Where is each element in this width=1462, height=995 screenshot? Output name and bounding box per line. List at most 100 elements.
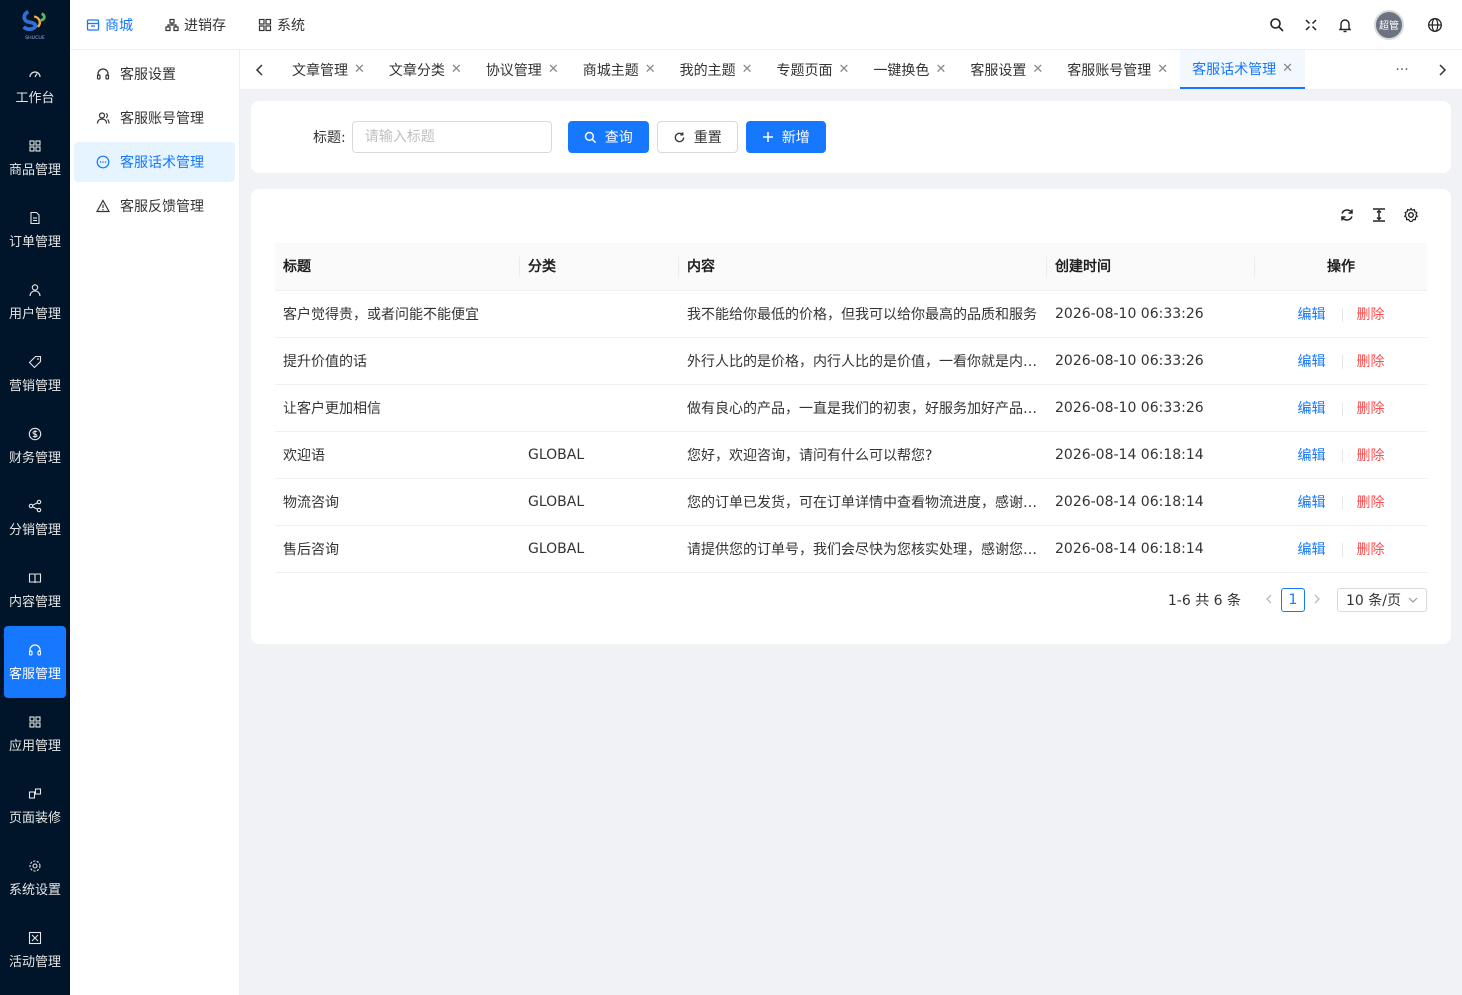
cell-content: 做有良心的产品，一直是我们的初衷，好服务加好产品才是王道 bbox=[679, 384, 1047, 432]
cell-title: 客户觉得贵，或者问能不能便宜 bbox=[275, 290, 520, 338]
page-number[interactable]: 1 bbox=[1281, 588, 1305, 612]
delete-button[interactable]: 删除 bbox=[1357, 307, 1385, 323]
cell-category bbox=[520, 290, 679, 338]
activity-icon bbox=[28, 931, 42, 945]
rail-item[interactable]: 用户管理 bbox=[0, 266, 70, 338]
delete-button[interactable]: 删除 bbox=[1357, 448, 1385, 464]
tab[interactable]: 文章分类 ✕ bbox=[377, 50, 474, 89]
tabs-list: 文章管理 ✕ 文章分类 ✕ 协议管理 ✕ 商城主题 ✕ 我的主题 ✕ 专题页面 ✕ 一键换色 ✕ 客服设置 ✕… bbox=[280, 50, 1382, 89]
refresh-button[interactable] bbox=[1331, 205, 1363, 225]
chevron-right-icon bbox=[1439, 63, 1447, 76]
grid-icon bbox=[28, 139, 42, 153]
rail-item-label: 系统设置 bbox=[8, 882, 61, 898]
rail-item[interactable]: 客服管理 bbox=[4, 626, 66, 698]
bell-icon bbox=[1338, 18, 1352, 32]
submenu-item-service-accounts[interactable]: 客服账号管理 bbox=[74, 98, 235, 138]
submenu-item-service-feedback[interactable]: 客服反馈管理 bbox=[74, 186, 235, 226]
rail-item[interactable]: 活动管理 bbox=[0, 914, 70, 986]
submenu-item-service-settings[interactable]: 客服设置 bbox=[74, 54, 235, 94]
tab[interactable]: 专题页面 ✕ bbox=[765, 50, 862, 89]
tab[interactable]: 客服账号管理 ✕ bbox=[1055, 50, 1180, 89]
avatar[interactable]: 超管 bbox=[1374, 9, 1404, 40]
topnav-mall[interactable]: 商城 bbox=[86, 15, 133, 35]
tab[interactable]: 一键换色 ✕ bbox=[861, 50, 958, 89]
delete-button[interactable]: 删除 bbox=[1357, 354, 1385, 370]
close-icon[interactable]: ✕ bbox=[935, 62, 946, 77]
edit-button[interactable]: 编辑 bbox=[1298, 448, 1326, 464]
search-button[interactable] bbox=[1260, 8, 1294, 42]
edit-button[interactable]: 编辑 bbox=[1298, 542, 1326, 558]
fullscreen-button[interactable] bbox=[1294, 8, 1328, 42]
close-icon[interactable]: ✕ bbox=[451, 62, 462, 77]
edit-button[interactable]: 编辑 bbox=[1298, 354, 1326, 370]
tab[interactable]: 文章管理 ✕ bbox=[280, 50, 377, 89]
column-header-label: 分类 bbox=[528, 259, 556, 276]
submenu-label: 客服反馈管理 bbox=[120, 199, 204, 215]
close-icon[interactable]: ✕ bbox=[1157, 62, 1168, 77]
close-icon[interactable]: ✕ bbox=[354, 62, 365, 77]
delete-button[interactable]: 删除 bbox=[1357, 542, 1385, 558]
tab[interactable]: 客服话术管理 ✕ bbox=[1180, 50, 1306, 89]
topnav-inventory[interactable]: 进销存 bbox=[165, 15, 226, 35]
tab-label: 我的主题 bbox=[679, 62, 736, 79]
document-icon bbox=[28, 211, 42, 225]
rail-item[interactable]: 商品管理 bbox=[0, 122, 70, 194]
tab-label: 文章管理 bbox=[292, 62, 348, 79]
edit-button[interactable]: 编辑 bbox=[1298, 401, 1326, 417]
page-size-select[interactable]: 10 条/页 bbox=[1337, 588, 1427, 612]
add-button[interactable]: 新增 bbox=[745, 121, 826, 153]
close-icon[interactable]: ✕ bbox=[839, 62, 850, 77]
tabs-more[interactable]: ··· bbox=[1382, 50, 1422, 89]
close-icon[interactable]: ✕ bbox=[1032, 62, 1043, 77]
tab[interactable]: 客服设置 ✕ bbox=[958, 50, 1055, 89]
next-page-button[interactable] bbox=[1305, 592, 1329, 608]
edit-button[interactable]: 编辑 bbox=[1298, 495, 1326, 511]
close-icon[interactable]: ✕ bbox=[1282, 61, 1293, 76]
cell-created: 2026-08-10 06:33:26 bbox=[1047, 290, 1255, 338]
close-icon[interactable]: ✕ bbox=[742, 62, 753, 77]
topnav-label: 商城 bbox=[105, 17, 133, 34]
divider bbox=[1341, 354, 1343, 369]
fullscreen-icon bbox=[1305, 18, 1317, 31]
logo[interactable]: SHUCUE bbox=[0, 0, 70, 50]
reset-button[interactable]: 重置 bbox=[656, 121, 738, 153]
rail-item[interactable]: 内容管理 bbox=[0, 554, 70, 626]
notification-button[interactable] bbox=[1328, 8, 1362, 42]
prev-page-button[interactable] bbox=[1257, 592, 1281, 608]
close-icon[interactable]: ✕ bbox=[548, 62, 559, 77]
tab-label: 商城主题 bbox=[582, 62, 639, 79]
rail-item[interactable]: 订单管理 bbox=[0, 194, 70, 266]
rail-item-label: 订单管理 bbox=[8, 234, 61, 250]
rail-item[interactable]: 系统设置 bbox=[0, 842, 70, 914]
cell-content: 请提供您的订单号，我们会尽快为您核实处理，感谢您的支持 bbox=[679, 525, 1047, 573]
rail-item[interactable]: 工作台 bbox=[0, 50, 70, 122]
query-button[interactable]: 查询 bbox=[567, 121, 649, 153]
sub-menu: 客服设置 客服账号管理 客服话术管理 客服反馈管理 bbox=[70, 50, 240, 995]
tab-label: 协议管理 bbox=[485, 62, 542, 79]
tag-icon bbox=[28, 355, 42, 369]
rail-item[interactable]: 应用管理 bbox=[0, 698, 70, 770]
density-button[interactable] bbox=[1363, 205, 1395, 225]
tab[interactable]: 我的主题 ✕ bbox=[668, 50, 765, 89]
column-header: 标题 bbox=[275, 243, 520, 291]
rail-item[interactable]: 页面装修 bbox=[0, 770, 70, 842]
rail-item[interactable]: 财务管理 bbox=[0, 410, 70, 482]
title-search-input[interactable] bbox=[351, 121, 552, 153]
column-settings-button[interactable] bbox=[1395, 205, 1427, 225]
language-button[interactable] bbox=[1418, 8, 1452, 42]
column-height-icon bbox=[1373, 208, 1385, 222]
submenu-item-service-scripts[interactable]: 客服话术管理 bbox=[74, 142, 235, 182]
tabs-scroll-left[interactable] bbox=[240, 50, 280, 89]
topnav-system[interactable]: 系统 bbox=[258, 15, 305, 35]
delete-button[interactable]: 删除 bbox=[1357, 495, 1385, 511]
tab[interactable]: 商城主题 ✕ bbox=[571, 50, 668, 89]
rail-item[interactable]: 分销管理 bbox=[0, 482, 70, 554]
tabs-scroll-right[interactable] bbox=[1422, 50, 1462, 89]
edit-button[interactable]: 编辑 bbox=[1298, 307, 1326, 323]
cell-actions: 编辑 删除 bbox=[1255, 431, 1427, 479]
column-header-label: 操作 bbox=[1327, 259, 1355, 276]
delete-button[interactable]: 删除 bbox=[1357, 401, 1385, 417]
rail-item[interactable]: 营销管理 bbox=[0, 338, 70, 410]
close-icon[interactable]: ✕ bbox=[645, 62, 656, 77]
tab[interactable]: 协议管理 ✕ bbox=[474, 50, 571, 89]
